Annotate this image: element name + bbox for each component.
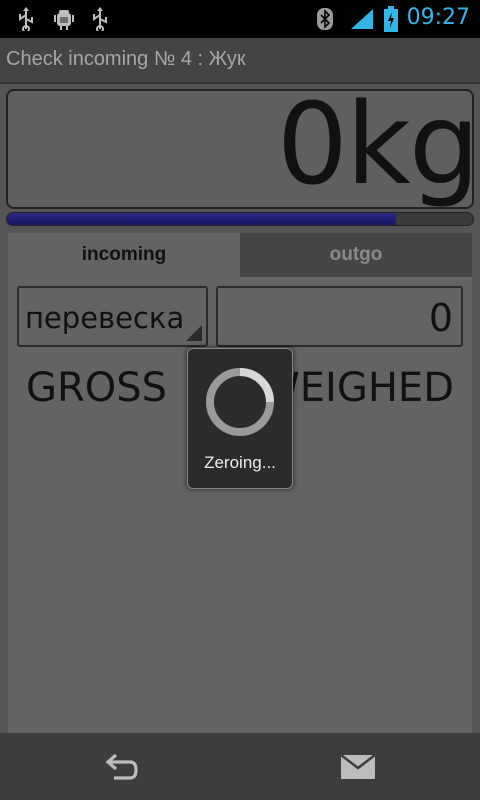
gross-button[interactable]: GROSS <box>26 365 167 411</box>
weight-display: 0kg <box>6 89 474 209</box>
dropdown-arrow-icon <box>186 325 202 341</box>
zeroing-dialog: Zeroing... <box>187 348 293 489</box>
signal-icon <box>348 7 376 31</box>
title-bar: Check incoming № 4 : Жук <box>0 38 480 84</box>
type-spinner-value: перевеска <box>25 301 185 335</box>
loading-spinner-icon <box>204 366 276 443</box>
mail-icon[interactable] <box>328 747 388 787</box>
tab-incoming[interactable]: incoming <box>8 233 240 277</box>
number-field[interactable]: 0 <box>216 286 463 347</box>
bluetooth-icon <box>314 7 336 31</box>
weight-progress-fill <box>7 213 397 225</box>
android-debug-icon <box>50 7 78 31</box>
page-title: Check incoming № 4 : Жук <box>6 48 246 70</box>
weight-value: 0kg <box>276 89 474 209</box>
usb-icon <box>88 7 112 31</box>
type-spinner[interactable]: перевеска <box>17 286 208 347</box>
tab-outgo[interactable]: outgo <box>240 233 472 277</box>
weight-progress-bar <box>6 212 474 226</box>
navigation-bar <box>0 733 480 800</box>
battery-charging-icon <box>382 6 400 32</box>
back-icon[interactable] <box>92 747 152 787</box>
dialog-message: Zeroing... <box>204 453 276 472</box>
usb-icon <box>14 7 38 31</box>
status-time: 09:27 <box>406 5 470 30</box>
number-field-value: 0 <box>428 296 453 340</box>
status-bar: 09:27 <box>0 0 480 38</box>
